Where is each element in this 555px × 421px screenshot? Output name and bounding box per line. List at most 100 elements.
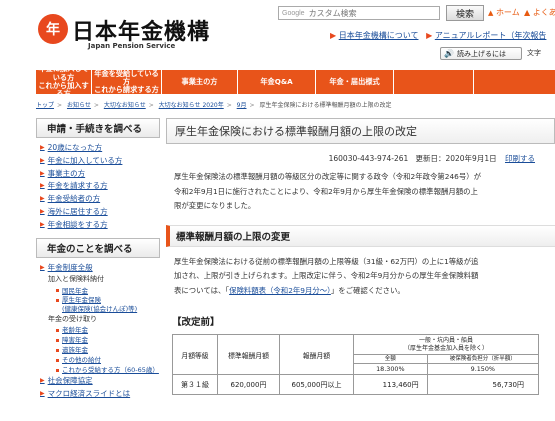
- bullet-icon: [56, 289, 59, 293]
- sidebar-item-label: 20歳になった方: [47, 143, 103, 152]
- gnav-label: 年金Q&A: [260, 76, 293, 86]
- sidebar-subheading: 年金の受け取り: [48, 314, 97, 323]
- sidebar-item[interactable]: ▶ マクロ経済スライドとは: [40, 388, 160, 401]
- section-text: 表については、「: [174, 285, 230, 295]
- sidebar-item[interactable]: ▶ 海外に居住する方: [40, 206, 160, 219]
- breadcrumb-current: 厚生年金保険における標準報酬月額の上限の改定: [259, 102, 392, 109]
- cell-total: 113,460円: [353, 374, 428, 395]
- sidebar-item[interactable]: ▶ 年金受給者の方: [40, 193, 160, 206]
- sidebar-item-label: 年金相談をする方: [47, 219, 108, 229]
- grade-table: 月額等級 標準報酬月額 報酬月額 一般・坑内員・船員 （厚生年金基金加入員を除く…: [172, 334, 540, 395]
- updated-date: 更新日：2020年9月1日: [415, 154, 497, 163]
- table-header-total: 全額: [353, 354, 428, 364]
- breadcrumb-link[interactable]: トップ: [36, 102, 54, 109]
- intro-paragraph: 厚生年金保険法の標準報酬月額の等級区分の改定等に関する政令（令和2年政令第246…: [166, 170, 555, 214]
- page-meta: 160030-443-974-261 更新日：2020年9月1日 印刷する: [166, 153, 555, 164]
- table-header-half: 被保険者負担分（折半額）: [426, 354, 540, 364]
- arrow-icon: ▶: [40, 390, 45, 398]
- sidebar-subitem-label: 遺族年金: [62, 346, 88, 355]
- sidebar-item-label: 年金を請求する方: [47, 181, 108, 191]
- sidebar-subitem[interactable]: 遺族年金: [40, 345, 160, 355]
- breadcrumb-link[interactable]: 大切なお知らせ: [104, 102, 146, 109]
- home-link[interactable]: ▲ ホーム: [488, 7, 520, 18]
- sidebar-subitem[interactable]: 障害年金: [40, 335, 160, 345]
- sidebar-item[interactable]: ▶ 年金を請求する方: [40, 180, 160, 193]
- arrow-icon: ▶: [40, 377, 45, 385]
- premium-table-link[interactable]: 保険料額表（令和2年9月分～）: [229, 286, 331, 295]
- gnav-item-6[interactable]: [394, 70, 474, 94]
- sidebar-item[interactable]: ▶ 社会保障協定: [40, 375, 160, 388]
- arrow-icon: ▶: [330, 31, 337, 40]
- arrow-icon: ▶: [40, 220, 45, 228]
- sidebar-list-research: ▶ 年金制度全般 加入と保険料納付 国民年金 厚生年金保険 (健康保険(協会けんぽ…: [36, 258, 160, 405]
- arrow-icon: ▶: [40, 156, 45, 164]
- sidebar-item[interactable]: ▶ 年金に加入している方: [40, 155, 160, 168]
- home-icon: ▲: [488, 9, 494, 17]
- search-button[interactable]: 検索: [446, 5, 484, 21]
- arrow-icon: ▶: [40, 195, 45, 203]
- arrow-icon: ▶: [426, 31, 433, 40]
- cell-range: 605,000円以上: [279, 374, 354, 395]
- section-text: 」をご確認ください。: [330, 285, 405, 295]
- sidebar-subitem[interactable]: これから受給する方（60-65歳）: [40, 365, 160, 375]
- breadcrumb-link[interactable]: お知らせ: [67, 102, 91, 109]
- gnav-item-employers[interactable]: 事業主の方: [162, 70, 238, 94]
- table-header-premium-line2: （厚生年金基金加入員を除く）: [403, 344, 488, 352]
- subnav-link-about[interactable]: 日本年金機構について: [339, 31, 419, 40]
- gnav-label: 年金・届出様式: [329, 76, 380, 86]
- home-label: ホーム: [495, 8, 520, 17]
- sidebar-heading-procedures: 申請・手続きを調べる: [36, 118, 160, 138]
- document-id: 160030-443-974-261: [328, 154, 409, 163]
- gnav-item-recipients[interactable]: 年金を受給している方 これから請求する方: [92, 69, 162, 94]
- arrow-icon: ▶: [40, 207, 45, 215]
- sidebar-subitem-label: 国民年金: [62, 286, 88, 295]
- sidebar-subitem[interactable]: 国民年金: [40, 286, 160, 296]
- sidebar-subheading: 加入と保険料納付: [48, 275, 104, 284]
- subnav-link-annual-report[interactable]: アニュアルレポート（年次報告: [435, 31, 547, 40]
- read-aloud-button[interactable]: 🔊 読み上げるには: [440, 47, 522, 60]
- sidebar-subitem[interactable]: 厚生年金保険 (健康保険(協会けんぽ)等): [40, 296, 160, 314]
- sidebar-item[interactable]: ▶ 年金相談をする方: [40, 219, 160, 232]
- sidebar-item-label: マクロ経済スライドとは: [47, 389, 131, 399]
- bullet-icon: [56, 358, 59, 362]
- arrow-icon: ▶: [40, 182, 45, 190]
- gnav-item-7[interactable]: [474, 70, 555, 94]
- gnav-item-forms[interactable]: 年金・届出様式: [316, 70, 394, 94]
- rate-total: 18.300%: [353, 363, 428, 375]
- breadcrumb-link[interactable]: 9月: [237, 102, 247, 109]
- section-line: 厚生年金保険法における従前の標準報酬月額の上限等級（31級・62万円）の上に1等…: [174, 256, 479, 266]
- search-input[interactable]: [304, 8, 425, 18]
- table-header-grade: 月額等級: [172, 334, 218, 375]
- site-header: 年 日本年金機構 Japan Pension Service Google 検索…: [0, 0, 555, 70]
- bullet-icon: [56, 348, 59, 352]
- section-line: 加され、上限が引き上げられます。上限改定に伴う、令和2年9月分からの厚生年金保険…: [174, 271, 479, 280]
- cell-half: 56,730円: [426, 374, 540, 395]
- sidebar-item[interactable]: ▶ 事業主の方: [40, 168, 160, 181]
- sidebar-subitem-label: 厚生年金保険 (健康保険(協会けんぽ)等): [62, 295, 138, 313]
- bullet-icon: [56, 328, 59, 332]
- sidebar-list-procedures: ▶ 20歳になった方 ▶ 年金に加入している方 ▶ 事業主の方 ▶ 年金を請求する方 ▶…: [36, 138, 160, 236]
- table-row: 第３１級 620,000円 605,000円以上 113,460円 56,730…: [172, 374, 540, 395]
- sidebar-item[interactable]: ▶ 年金制度全般: [40, 262, 160, 275]
- gnav-item-members[interactable]: 年金に加入している方 これから加入する方: [36, 65, 92, 98]
- arrow-icon: ▲: [524, 8, 531, 17]
- gnav-item-qa[interactable]: 年金Q&A: [238, 70, 316, 94]
- sidebar-subitem-label: これから受給する方（60-65歳）: [62, 366, 159, 375]
- sub-navigation: ▶ 日本年金機構について ▶ アニュアルレポート（年次報告: [330, 30, 546, 41]
- sidebar-subitem[interactable]: 老齢年金: [40, 325, 160, 335]
- logo-mark-icon[interactable]: 年: [38, 14, 68, 44]
- sidebar-item[interactable]: ▶ 20歳になった方: [40, 142, 160, 155]
- table-header-premium: 一般・坑内員・船員 （厚生年金基金加入員を除く）: [353, 334, 539, 355]
- breadcrumb-link[interactable]: 大切なお知らせ 2020年: [159, 102, 224, 109]
- sidebar-item-label: 海外に居住する方: [47, 206, 108, 216]
- speaker-icon: 🔊: [444, 49, 454, 58]
- sidebar-subitem[interactable]: その他の給付: [40, 355, 160, 365]
- bullet-icon: [56, 298, 59, 302]
- table-header-standard: 標準報酬月額: [217, 334, 280, 375]
- arrow-icon: ▶: [40, 263, 45, 271]
- intro-line: 限が変更になりました。: [174, 201, 256, 210]
- breadcrumb: トップ > お知らせ > 大切なお知らせ > 大切なお知らせ 2020年 > 9月 > 厚…: [36, 102, 392, 109]
- gnav-label: 年金に加入している方 これから加入する方: [38, 64, 89, 99]
- faq-link[interactable]: ▲ よくあ: [524, 7, 555, 18]
- print-link[interactable]: 印刷する: [505, 154, 535, 163]
